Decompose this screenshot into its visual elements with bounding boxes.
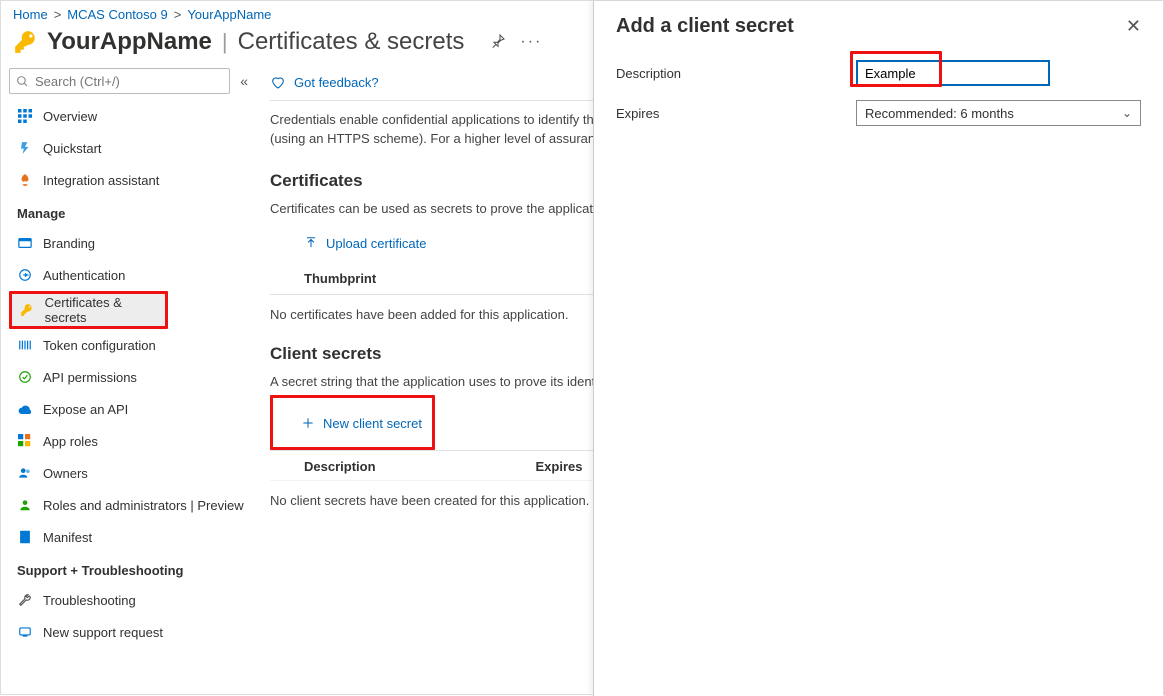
nav-label: Expose an API: [43, 402, 128, 417]
nav-app-roles[interactable]: App roles: [9, 425, 258, 457]
page-subtitle: Certificates & secrets: [238, 28, 465, 56]
nav-label: Authentication: [43, 268, 125, 283]
nav-overview[interactable]: Overview: [9, 100, 258, 132]
token-icon: [17, 337, 33, 353]
nav-label: Manifest: [43, 530, 92, 545]
nav-integration-assistant[interactable]: Integration assistant: [9, 164, 258, 196]
nav-roles-admins[interactable]: Roles and administrators | Preview: [9, 489, 258, 521]
roles-icon: [17, 497, 33, 513]
nav-label: Owners: [43, 466, 88, 481]
nav-expose-api[interactable]: Expose an API: [9, 393, 258, 425]
grid-icon: [17, 108, 33, 124]
sidebar: « Overview Quickstart Integration assist…: [1, 64, 258, 689]
breadcrumb-tenant[interactable]: MCAS Contoso 9: [67, 7, 167, 22]
nav-label: Branding: [43, 236, 95, 251]
chevron-down-icon: ⌄: [1122, 106, 1132, 120]
col-description: Description: [304, 459, 376, 474]
nav-label: New support request: [43, 625, 163, 640]
nav-quickstart[interactable]: Quickstart: [9, 132, 258, 164]
page-title: YourAppName: [47, 28, 212, 56]
wrench-icon: [17, 592, 33, 608]
nav-group-manage: Manage: [9, 196, 258, 227]
description-label: Description: [616, 66, 856, 81]
nav-label: Token configuration: [43, 338, 156, 353]
app-roles-icon: [17, 433, 33, 449]
nav-authentication[interactable]: Authentication: [9, 259, 258, 291]
search-box[interactable]: [9, 68, 230, 94]
feedback-label: Got feedback?: [294, 75, 379, 90]
nav-label: Roles and administrators | Preview: [43, 498, 244, 513]
breadcrumb-sep: >: [54, 7, 62, 22]
owners-icon: [17, 465, 33, 481]
cloud-icon: [17, 401, 33, 417]
branding-icon: [17, 235, 33, 251]
expires-value: Recommended: 6 months: [865, 106, 1014, 121]
nav-label: Overview: [43, 109, 97, 124]
panel-title: Add a client secret: [616, 15, 794, 38]
nav-label: API permissions: [43, 370, 137, 385]
nav-label: Integration assistant: [43, 173, 159, 188]
lightning-icon: [17, 140, 33, 156]
key-icon: [20, 302, 35, 318]
search-input[interactable]: [35, 74, 223, 89]
col-expires: Expires: [536, 459, 583, 474]
nav-api-permissions[interactable]: API permissions: [9, 361, 258, 393]
nav-troubleshooting[interactable]: Troubleshooting: [9, 584, 258, 616]
breadcrumb-app[interactable]: YourAppName: [187, 7, 271, 22]
add-client-secret-panel: Add a client secret ✕ Description Expire…: [593, 1, 1163, 696]
nav-token-config[interactable]: Token configuration: [9, 329, 258, 361]
manifest-icon: [17, 529, 33, 545]
new-client-secret-button[interactable]: New client secret: [291, 404, 432, 443]
expires-label: Expires: [616, 106, 856, 121]
nav-manifest[interactable]: Manifest: [9, 521, 258, 553]
api-perm-icon: [17, 369, 33, 385]
nav-owners[interactable]: Owners: [9, 457, 258, 489]
nav-certificates-secrets[interactable]: Certificates & secrets: [12, 294, 165, 326]
nav-label: Certificates & secrets: [45, 295, 157, 325]
key-icon: [13, 29, 39, 55]
support-icon: [17, 624, 33, 640]
more-icon[interactable]: ···: [520, 33, 542, 51]
upload-label: Upload certificate: [326, 236, 426, 251]
expires-select[interactable]: Recommended: 6 months ⌄: [856, 100, 1141, 126]
breadcrumb-sep: >: [174, 7, 182, 22]
nav-label: Quickstart: [43, 141, 102, 156]
breadcrumb-home[interactable]: Home: [13, 7, 48, 22]
nav-group-support: Support + Troubleshooting: [9, 553, 258, 584]
nav-label: App roles: [43, 434, 98, 449]
nav-new-support-request[interactable]: New support request: [9, 616, 258, 648]
auth-icon: [17, 267, 33, 283]
new-client-secret-label: New client secret: [323, 416, 422, 431]
nav-label: Troubleshooting: [43, 593, 136, 608]
title-separator: |: [218, 29, 232, 55]
description-input[interactable]: [856, 60, 1050, 86]
pin-icon[interactable]: [490, 33, 506, 51]
collapse-sidebar-icon[interactable]: «: [236, 73, 252, 89]
rocket-icon: [17, 172, 33, 188]
close-icon[interactable]: ✕: [1126, 16, 1141, 37]
nav-branding[interactable]: Branding: [9, 227, 258, 259]
